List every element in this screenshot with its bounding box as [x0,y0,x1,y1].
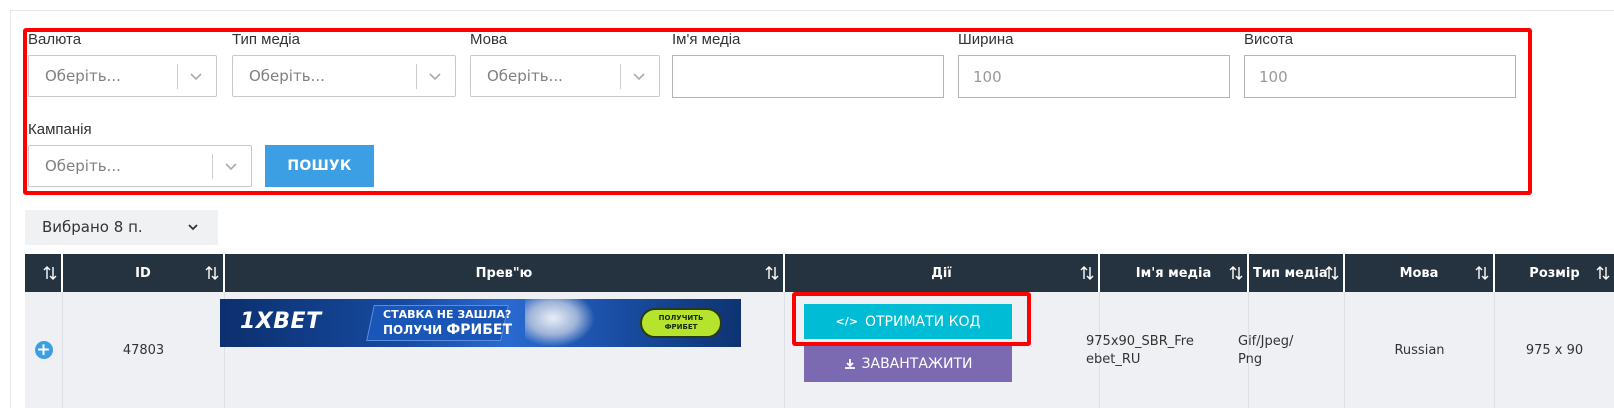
banner-player-image [525,299,595,347]
row-media-name-line2: ebet_RU [1086,352,1141,367]
select-separator [212,154,213,179]
banner-cta-line1: ПОЛУЧИТЬ [658,314,704,322]
media-type-placeholder: Оберіть... [249,67,325,85]
campaign-placeholder: Оберіть... [45,157,121,175]
banner-brand: 1XBET [240,309,322,334]
campaign-select[interactable]: Оберіть... [28,145,252,187]
row-media-type: Gif/Jpeg/ Png [1238,333,1293,369]
header-media-type[interactable]: Тип медіа [1249,254,1345,292]
sort-icon [765,266,779,280]
header-id[interactable]: ID [63,254,225,292]
media-type-label: Тип медіа [232,31,300,48]
id-cell: 47803 [63,292,225,408]
select-separator [620,64,621,89]
header-media-name-label: Ім'я медіа [1135,265,1212,281]
banner-preview: 1XBET СТАВКА НЕ ЗАШЛА? ПОЛУЧИ ФРИБЕТ ПОЛ… [220,299,741,347]
banner-tag-prefix: ПОЛУЧИ [383,323,443,337]
currency-label: Валюта [28,31,82,48]
chevron-down-icon[interactable] [220,155,242,177]
row-media-type-line2: Png [1238,352,1263,367]
banner-tag-bold: ФРИБЕТ [446,322,513,338]
width-label: Ширина [958,31,1014,48]
header-actions[interactable]: Дії [785,254,1100,292]
banner-cta: ПОЛУЧИТЬ ФРИБЕТ [640,308,722,338]
header-size-label: Розмір [1529,265,1580,281]
sort-icon [205,266,219,280]
download-label: ЗАВАНТАЖИТИ [861,356,973,372]
banner-cta-line2: ФРИБЕТ [664,323,698,331]
height-label: Висота [1244,31,1294,48]
banner-tag-line2: ПОЛУЧИ ФРИБЕТ [383,322,512,338]
expand-cell: + [25,292,63,408]
header-expand[interactable] [25,254,63,292]
select-separator [416,64,417,89]
size-cell: 975 x 90 [1495,292,1614,408]
campaign-label: Кампанія [28,121,92,138]
header-preview[interactable]: Прев"ю [225,254,785,292]
language-select[interactable]: Оберіть... [470,55,660,97]
chevron-down-icon[interactable] [628,65,650,87]
selected-count-dropdown[interactable]: Вибрано 8 п. [25,210,218,245]
download-icon [844,359,855,369]
code-icon: </> [835,315,858,328]
download-button[interactable]: ЗАВАНТАЖИТИ [804,346,1012,382]
sort-icon [1475,266,1489,280]
header-language-label: Мова [1399,265,1439,281]
chevron-down-icon [186,220,200,234]
width-input[interactable]: 100 [958,55,1230,98]
media-name-input[interactable] [672,55,944,98]
language-label: Мова [470,31,508,48]
sort-icon [1229,266,1243,280]
header-size[interactable]: Розмір [1495,254,1614,292]
row-size: 975 x 90 [1525,342,1584,358]
height-input[interactable]: 100 [1244,55,1516,98]
search-button[interactable]: ПОШУК [265,145,374,187]
media-type-select[interactable]: Оберіть... [232,55,456,97]
row-media-name-line1: 975x90_SBR_Fre [1086,334,1194,349]
chevron-down-icon[interactable] [185,65,207,87]
row-language: Russian [1394,342,1445,358]
sort-icon [1596,266,1610,280]
language-placeholder: Оберіть... [487,67,563,85]
header-preview-label: Прев"ю [475,265,533,281]
row-media-name: 975x90_SBR_Fre ebet_RU [1086,333,1194,369]
language-cell: Russian [1345,292,1495,408]
get-code-button[interactable]: </> ОТРИМАТИ КОД [804,304,1012,339]
chevron-down-icon[interactable] [424,65,446,87]
header-language[interactable]: Мова [1345,254,1495,292]
table-header: ID Прев"ю Дії Ім'я медіа Тип медіа Мова … [25,254,1614,292]
header-media-type-label: Тип медіа [1253,265,1328,281]
select-separator [177,64,178,89]
banner-tag-line1: СТАВКА НЕ ЗАШЛА? [383,308,512,321]
sort-icon [43,266,57,280]
plus-circle-icon[interactable]: + [34,341,53,359]
currency-select[interactable]: Оберіть... [28,55,217,97]
header-actions-label: Дії [931,265,952,281]
sort-icon [1080,266,1094,280]
sort-icon [1325,266,1339,280]
get-code-label: ОТРИМАТИ КОД [864,313,981,330]
header-media-name[interactable]: Ім'я медіа [1100,254,1249,292]
row-media-type-line1: Gif/Jpeg/ [1238,334,1294,349]
currency-placeholder: Оберіть... [45,67,121,85]
selected-count-label: Вибрано 8 п. [42,218,143,236]
row-id: 47803 [122,342,165,358]
media-name-label: Ім'я медіа [672,31,741,48]
header-id-label: ID [135,265,151,281]
